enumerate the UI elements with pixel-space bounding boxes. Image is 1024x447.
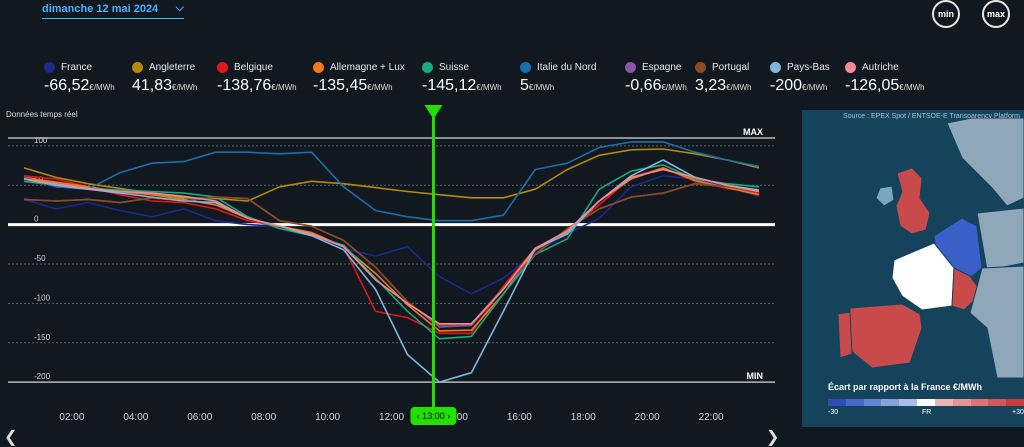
legend-value: 3,23 [695,77,727,94]
legend-dot-icon [132,61,143,73]
europe-map [837,118,1024,379]
map-title: Écart par rapport à la France €/MWh [828,382,983,392]
x-tick-label: 10:00 [315,412,340,423]
max-line-label: MAX [743,127,763,137]
legend-item[interactable]: Italie du Nord 5€/MWh [520,60,596,95]
legend-unit: €/MWh [802,83,828,92]
legend-item[interactable]: Angleterre 41,83€/MWh [132,60,197,95]
legend-value: -126,05 [845,77,900,94]
x-tick-label: 12:00 [379,412,404,423]
legend-unit: €/MWh [271,83,297,92]
scale-max-label: +30 [1012,409,1024,416]
x-tick-label: 02:00 [59,412,84,423]
scale-mid-label: FR [922,409,932,416]
legend-name: Allemagne + Lux [330,61,405,73]
legend-unit: €/MWh [172,83,198,92]
legend-item[interactable]: Allemagne + Lux -135,45€/MWh [313,60,405,95]
legend-name: Italie du Nord [537,61,597,73]
legend-name: Portugal [712,61,750,73]
min-button[interactable]: min [932,0,960,28]
legend-name: Pays-Bas [787,61,830,73]
series-line-autriche [23,168,760,325]
scale-min-label: -30 [828,409,839,416]
legend-value: -66,52 [44,77,90,94]
y-tick-label: 100 [34,136,48,145]
legend-name: Angleterre [149,61,196,73]
legend-dot-icon [313,61,324,73]
legend-item[interactable]: Espagne -0,66€/MWh [625,60,687,95]
legend-dot-icon [422,61,433,73]
y-tick-label: -150 [34,333,51,342]
legend-dot-icon [845,61,856,73]
x-tick-label: 20:00 [635,412,660,423]
x-tick-label: 16:00 [507,412,532,423]
min-line-label: MIN [747,371,764,381]
legend-value: -138,76 [217,77,272,94]
legend-name: Suisse [439,61,470,73]
legend-unit: €/MWh [89,83,115,92]
next-day-arrow-icon[interactable]: ❯ [766,427,779,447]
legend-item[interactable]: Belgique -138,76€/MWh [217,60,297,95]
map-panel: Source : EPEX Spot / ENTSOE-E Transparen… [802,110,1024,427]
x-tick-label: 22:00 [699,412,724,423]
legend-value: 5 [520,77,529,94]
legend-value: -135,45 [313,77,368,94]
legend-value: -0,66 [625,77,662,94]
x-tick-label: 06:00 [187,412,212,423]
legend-name: Espagne [642,61,682,73]
x-tick-label: 18:00 [571,412,596,423]
series-line-espagne [23,182,760,328]
legend-name: Belgique [234,61,273,73]
y-tick-label: -200 [34,372,51,381]
legend-dot-icon [44,61,55,73]
legend-item[interactable]: Portugal 3,23€/MWh [695,60,751,95]
legend-item[interactable]: Suisse -145,12€/MWh [422,60,502,95]
legend-value: 41,83 [132,77,173,94]
prev-day-arrow-icon[interactable]: ❮ [4,427,17,447]
date-label: dimanche 12 mai 2024 [42,2,159,15]
x-tick-label: 04:00 [123,412,148,423]
legend-item[interactable]: Autriche -126,05€/MWh [845,60,925,95]
cursor-time-label: ‹ 13:00 › [417,411,451,421]
legend-value: -145,12 [422,77,477,94]
y-tick-label: 0 [34,215,39,224]
chevron-down-icon: ⌵ [175,2,184,14]
legend-value: -200 [770,77,803,94]
legend-unit: €/MWh [367,83,393,92]
legend-item[interactable]: Pays-Bas -200€/MWh [770,60,830,95]
price-chart: 100500-50-100-150-200MAXMIN02:00 04:00 06:… [8,105,775,425]
max-button[interactable]: max [982,0,1010,28]
y-tick-label: -50 [34,254,46,263]
legend-unit: €/MWh [899,83,925,92]
legend-unit: €/MWh [726,83,752,92]
legend: France -66,52€/MWh Angleterre 41,83€/MWh Bel… [0,60,1024,100]
legend-dot-icon [695,61,706,73]
cursor-handle-icon [424,105,443,119]
legend-unit: €/MWh [476,83,502,92]
legend-name: France [61,61,93,73]
x-tick-label: 08:00 [251,412,276,423]
legend-dot-icon [217,61,228,73]
legend-dot-icon [625,61,636,73]
legend-name: Autriche [862,61,899,73]
y-tick-label: -100 [34,293,51,302]
legend-unit: €/MWh [528,83,555,92]
series-line-portugal [23,182,760,327]
legend-dot-icon [770,61,781,73]
color-scale [828,399,1024,406]
date-selector[interactable]: dimanche 12 mai 2024 ⌵ [42,2,184,19]
legend-item[interactable]: France -66,52€/MWh [44,60,115,95]
legend-unit: €/MWh [661,83,687,92]
legend-dot-icon [520,61,531,73]
